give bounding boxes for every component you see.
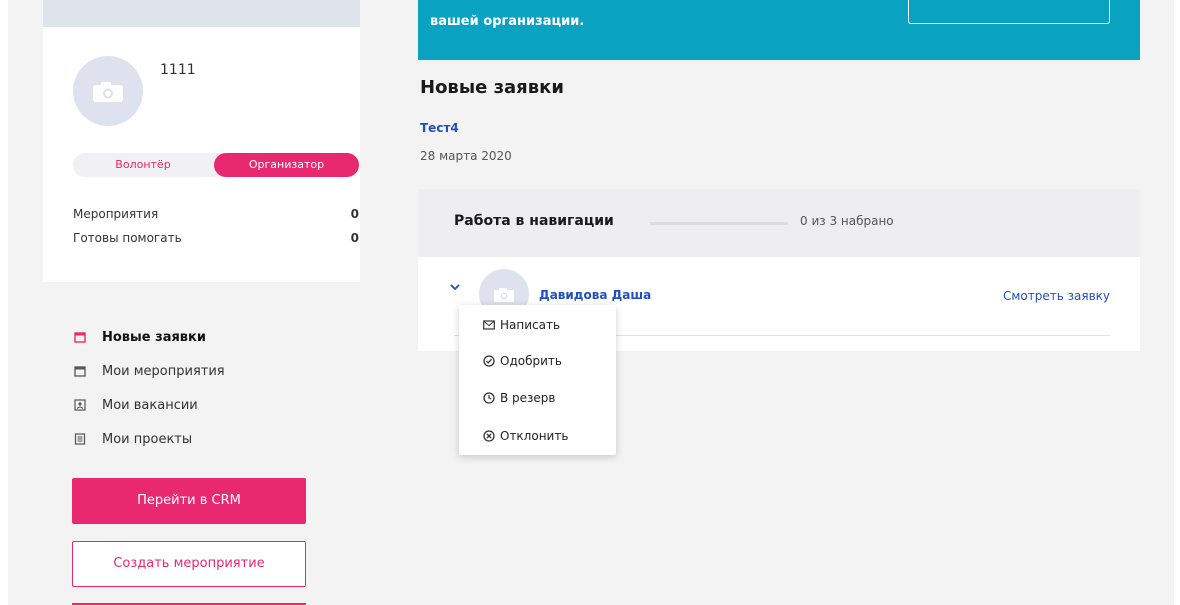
- stat-label: Готовы помогать: [73, 231, 182, 245]
- avatar[interactable]: [73, 56, 143, 126]
- calendar-icon: [74, 366, 86, 377]
- sidebar-item-label: Новые заявки: [102, 330, 206, 345]
- profile-card-header: [43, 0, 360, 27]
- sidebar-item-label: Мои мероприятия: [102, 364, 225, 379]
- event-title-link[interactable]: Тест4: [420, 121, 459, 135]
- menu-item-label: Отклонить: [500, 429, 569, 443]
- banner-button[interactable]: [908, 0, 1110, 24]
- banner-text: вашей организации.: [430, 14, 585, 29]
- camera-icon: [494, 288, 514, 302]
- menu-item-label: Написать: [500, 318, 561, 332]
- organization-banner: вашей организации.: [418, 0, 1140, 60]
- applicant-name-link[interactable]: Давидова Даша: [539, 288, 651, 302]
- page-title: Новые заявки: [420, 77, 564, 98]
- x-circle-icon: [483, 430, 495, 442]
- role-volunteer-tab[interactable]: Волонтёр: [73, 153, 213, 177]
- role-toggle: Волонтёр Организатор: [73, 153, 359, 177]
- stat-value: 0: [350, 207, 359, 221]
- profile-card: 1111 Волонтёр Организатор Мероприятия 0 …: [43, 0, 360, 282]
- role-organizer-tab[interactable]: Организатор: [214, 153, 359, 177]
- camera-icon: [93, 82, 123, 102]
- go-to-crm-button[interactable]: Перейти в CRM: [72, 478, 306, 524]
- sidebar-item-label: Мои вакансии: [102, 398, 198, 413]
- stat-value: 0: [350, 231, 359, 245]
- applicant-actions-menu: Написать Одобрить В резерв Отклонить: [459, 305, 616, 455]
- stat-events: Мероприятия 0: [73, 207, 359, 221]
- stat-label: Мероприятия: [73, 207, 159, 221]
- create-event-button[interactable]: Создать мероприятие: [72, 541, 306, 587]
- check-circle-icon: [483, 355, 495, 367]
- vacancy-title: Работа в навигации: [454, 213, 614, 229]
- chevron-down-icon[interactable]: [450, 284, 460, 291]
- scrollbar-gutter: [1174, 0, 1180, 605]
- stat-helpers: Готовы помогать 0: [73, 231, 359, 245]
- menu-item-label: Одобрить: [500, 354, 562, 368]
- sidebar-item-label: Мои проекты: [102, 432, 193, 447]
- document-icon: [74, 433, 86, 445]
- vacancy-progress-text: 0 из 3 набрано: [800, 214, 894, 228]
- view-application-link[interactable]: Смотреть заявку: [1003, 289, 1110, 303]
- event-date: 28 марта 2020: [420, 149, 512, 163]
- vacancy-progress-bar: [650, 222, 788, 225]
- calendar-icon: [74, 332, 86, 343]
- person-badge-icon: [74, 399, 86, 411]
- clock-icon: [483, 392, 495, 404]
- mail-icon: [483, 320, 495, 330]
- menu-item-label: В резерв: [500, 391, 556, 405]
- user-name: 1111: [160, 62, 196, 78]
